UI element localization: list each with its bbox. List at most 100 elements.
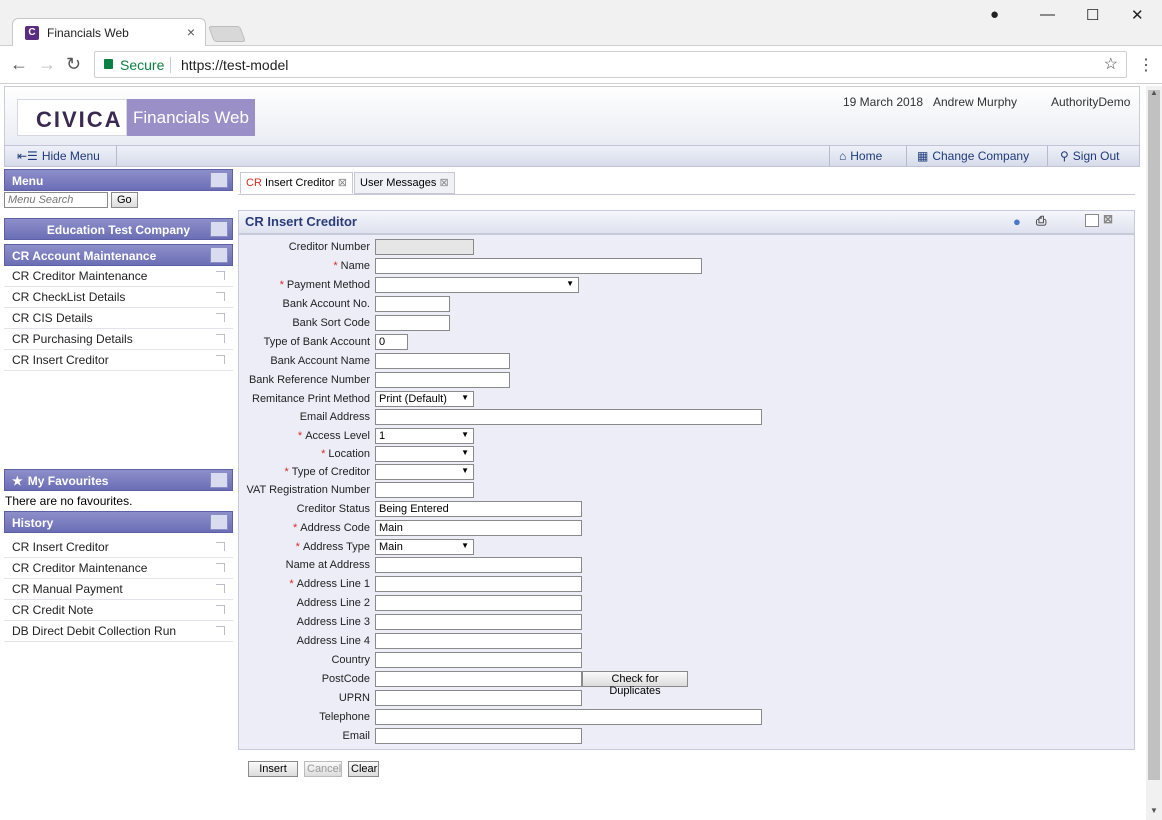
panel-options-icon[interactable]: [210, 221, 228, 237]
access-level-select[interactable]: 1 ▼: [375, 428, 474, 444]
profile-icon[interactable]: ●: [990, 6, 999, 23]
restore-panel-icon[interactable]: [1085, 214, 1099, 227]
collapse-section-icon[interactable]: [210, 247, 228, 263]
bank-account-no-field[interactable]: [375, 296, 450, 312]
dropdown-arrow-icon: ▼: [461, 430, 469, 439]
sidebar-item[interactable]: CR Creditor Maintenance: [4, 266, 233, 287]
required-icon: *: [293, 522, 298, 534]
history-item[interactable]: CR Manual Payment: [4, 579, 233, 600]
address-line-2-field[interactable]: [375, 595, 582, 611]
open-link-icon[interactable]: [216, 626, 225, 635]
url-text[interactable]: https://test-model: [181, 57, 288, 73]
open-link-icon[interactable]: [216, 292, 225, 301]
name-field[interactable]: [375, 258, 702, 274]
reload-icon[interactable]: ↻: [66, 54, 81, 75]
section-header[interactable]: CR Account Maintenance: [4, 244, 233, 266]
clear-button[interactable]: Clear: [348, 761, 379, 777]
sidebar-item[interactable]: CR CheckList Details: [4, 287, 233, 308]
bank-account-name-field[interactable]: [375, 353, 510, 369]
email-field[interactable]: [375, 728, 582, 744]
insert-button[interactable]: Insert: [248, 761, 298, 777]
home-icon: ⌂: [839, 149, 847, 163]
help-icon[interactable]: ●: [1013, 214, 1021, 229]
type-of-bank-account-field[interactable]: 0: [375, 334, 408, 350]
close-tab-icon[interactable]: ⊠: [439, 177, 448, 189]
history-item[interactable]: CR Creditor Maintenance: [4, 558, 233, 579]
open-link-icon[interactable]: [216, 313, 225, 322]
panel-header: CR Insert Creditor ● ⎙ ⊠: [238, 210, 1135, 234]
country-field[interactable]: [375, 652, 582, 668]
telephone-field[interactable]: [375, 709, 762, 725]
address-line-1-field[interactable]: [375, 576, 582, 592]
forward-icon[interactable]: →: [38, 54, 56, 75]
browser-tab[interactable]: C Financials Web ×: [12, 18, 206, 46]
header-date: 19 March 2018: [843, 95, 924, 109]
email-address-field[interactable]: [375, 409, 762, 425]
panel-options-icon[interactable]: [210, 472, 228, 488]
required-icon: *: [289, 578, 294, 590]
open-link-icon[interactable]: [216, 271, 225, 280]
close-window-icon[interactable]: ✕: [1131, 6, 1144, 24]
new-tab-button[interactable]: [208, 26, 246, 42]
payment-method-select[interactable]: ▼: [375, 277, 579, 293]
scroll-up-icon[interactable]: ▲: [1150, 88, 1158, 97]
omnibox[interactable]: Secure https://test-model ☆: [94, 51, 1127, 78]
bank-reference-number-field[interactable]: [375, 372, 510, 388]
change-company-button[interactable]: ▦ Change Company: [917, 149, 1029, 163]
uprn-field[interactable]: [375, 690, 582, 706]
minimize-icon[interactable]: —: [1040, 6, 1055, 23]
close-panel-icon[interactable]: ⊠: [1103, 212, 1113, 226]
address-code-field[interactable]: Main: [375, 520, 582, 536]
menu-search-input[interactable]: [4, 192, 108, 208]
creditor-status-field[interactable]: Being Entered: [375, 501, 582, 517]
home-label: Home: [850, 149, 883, 163]
check-duplicates-button[interactable]: Check for Duplicates: [582, 671, 688, 697]
history-item[interactable]: CR Credit Note: [4, 600, 233, 621]
home-button[interactable]: ⌂ Home: [839, 149, 882, 163]
open-link-icon[interactable]: [216, 584, 225, 593]
history-header: History: [4, 511, 233, 533]
type-of-creditor-select[interactable]: ▼: [375, 464, 474, 480]
divider: [906, 146, 907, 166]
open-link-icon[interactable]: [216, 563, 225, 572]
close-tab-icon[interactable]: ⊠: [338, 177, 347, 189]
field-label: Creditor Number: [288, 241, 370, 253]
postcode-field[interactable]: [375, 671, 582, 687]
bank-sort-code-field[interactable]: [375, 315, 450, 331]
history-item[interactable]: DB Direct Debit Collection Run: [4, 621, 233, 642]
open-link-icon[interactable]: [216, 355, 225, 364]
name-at-address-field[interactable]: [375, 557, 582, 573]
app-brand: Financials Web: [127, 99, 255, 136]
open-link-icon[interactable]: [216, 605, 225, 614]
cancel-button[interactable]: Cancel: [304, 761, 342, 777]
scroll-down-icon[interactable]: ▼: [1150, 806, 1158, 815]
open-link-icon[interactable]: [216, 542, 225, 551]
location-select[interactable]: ▼: [375, 446, 474, 462]
maximize-icon[interactable]: ☐: [1086, 6, 1099, 24]
address-line-4-field[interactable]: [375, 633, 582, 649]
sidebar-item[interactable]: CR CIS Details: [4, 308, 233, 329]
sidebar-item[interactable]: CR Insert Creditor: [4, 350, 233, 371]
bookmark-star-icon[interactable]: ☆: [1104, 54, 1118, 74]
tab-user-messages[interactable]: User Messages ⊠: [354, 172, 455, 194]
sidebar-item[interactable]: CR Purchasing Details: [4, 329, 233, 350]
field-label: * Access Level: [297, 430, 370, 442]
open-link-icon[interactable]: [216, 334, 225, 343]
menu-kebab-icon[interactable]: ⋮: [1138, 55, 1154, 75]
panel-options-icon[interactable]: [210, 514, 228, 530]
back-icon[interactable]: ←: [10, 54, 28, 75]
sign-out-button[interactable]: ⚲ Sign Out: [1060, 149, 1120, 163]
panel-options-icon[interactable]: [210, 172, 228, 188]
history-item[interactable]: CR Insert Creditor: [4, 537, 233, 558]
go-button[interactable]: Go: [111, 192, 138, 208]
remittance-print-method-select[interactable]: Print (Default) ▼: [375, 391, 474, 407]
print-icon[interactable]: ⎙: [1036, 213, 1046, 229]
address-type-select[interactable]: Main ▼: [375, 539, 474, 555]
scrollbar-thumb[interactable]: [1148, 90, 1160, 780]
vat-registration-field[interactable]: [375, 482, 474, 498]
address-line-3-field[interactable]: [375, 614, 582, 630]
form-row-address-line-2: Address Line 2: [239, 595, 1136, 614]
tab-close-icon[interactable]: ×: [187, 24, 195, 40]
tab-insert-creditor[interactable]: CR Insert Creditor ⊠: [240, 172, 353, 194]
hide-menu-button[interactable]: ⇤☰ Hide Menu: [17, 149, 100, 163]
